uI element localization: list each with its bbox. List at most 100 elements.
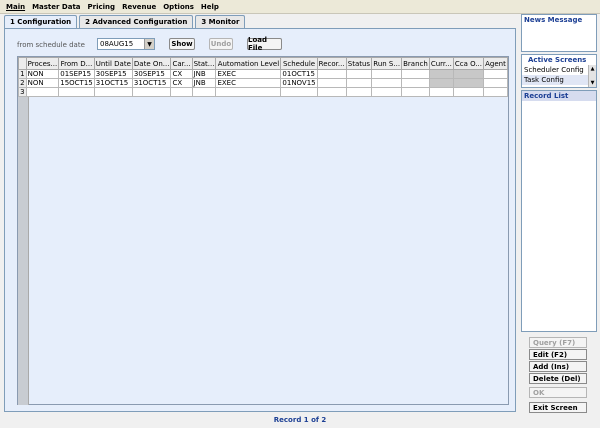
exit-screen-button[interactable]: Exit Screen (529, 402, 587, 413)
table-cell[interactable] (482, 78, 509, 88)
active-screen-item[interactable]: Scheduler Config (522, 65, 596, 75)
table-cell[interactable] (452, 87, 484, 97)
active-screen-item[interactable]: Task Config (522, 75, 596, 85)
table-cell[interactable] (316, 87, 347, 97)
table-cell[interactable] (170, 87, 193, 97)
table-cell[interactable] (345, 69, 373, 79)
add-button[interactable]: Add (Ins) (529, 361, 587, 372)
menu-main[interactable]: Main (6, 3, 25, 11)
table-cell[interactable] (371, 78, 403, 88)
table-cell[interactable]: CX (170, 69, 193, 79)
undo-button[interactable]: Undo (209, 38, 233, 50)
table-cell[interactable]: JNB (191, 69, 217, 79)
column-header[interactable]: From D... (58, 57, 95, 70)
table-cell[interactable] (401, 87, 430, 97)
row-number: 2 (18, 78, 27, 88)
table-cell[interactable]: EXEC (215, 69, 282, 79)
table-cell (452, 78, 484, 88)
news-message-panel: News Message (521, 14, 597, 52)
column-header[interactable]: Automation Level (215, 57, 282, 70)
table-cell[interactable] (191, 87, 217, 97)
scroll-down-icon[interactable]: ▼ (589, 79, 596, 87)
table-row[interactable]: 2 NON 15OCT15 31OCT15 31OCT15 CX JNB EXE… (18, 78, 509, 88)
table-cell[interactable] (215, 87, 282, 97)
table-cell[interactable]: NON (25, 69, 60, 79)
table-cell[interactable]: 30SEP15 (131, 69, 172, 79)
column-header[interactable]: Date On... (131, 57, 172, 70)
news-message-title: News Message (524, 16, 583, 24)
table-cell[interactable] (58, 87, 95, 97)
table-cell[interactable] (280, 87, 318, 97)
table-cell[interactable]: 30SEP15 (93, 69, 133, 79)
active-screens-panel: Active Screens Scheduler Config Task Con… (521, 54, 597, 88)
column-header[interactable]: Branch (401, 57, 430, 70)
scroll-up-icon[interactable]: ▲ (589, 65, 596, 73)
menu-help[interactable]: Help (201, 3, 219, 11)
table-cell (428, 69, 454, 79)
column-header[interactable]: Proces... (25, 57, 60, 70)
table-cell[interactable] (428, 87, 454, 97)
schedule-grid: Proces... From D... Until Date Date On..… (17, 56, 509, 405)
load-file-button[interactable]: Load File (247, 36, 282, 52)
show-button[interactable]: Show (169, 38, 195, 50)
column-header[interactable]: Status (345, 57, 373, 70)
tab-advanced-configuration[interactable]: 2 Advanced Configuration (79, 15, 194, 28)
active-screens-scrollbar[interactable]: ▲ ▼ (588, 65, 596, 87)
table-row[interactable]: 3 (18, 87, 509, 97)
table-cell[interactable]: JNB (191, 78, 217, 88)
configuration-panel: from schedule date 08AUG15 ▼ Show Undo L… (4, 28, 516, 412)
active-screens-title: Active Screens (528, 56, 587, 64)
column-header[interactable]: Car... (170, 57, 193, 70)
tab-monitor[interactable]: 3 Monitor (195, 15, 246, 28)
menu-pricing[interactable]: Pricing (88, 3, 116, 11)
column-header[interactable]: Stat... (191, 57, 217, 70)
ok-button[interactable]: OK (529, 387, 587, 398)
tab-strip: 1 Configuration 2 Advanced Configuration… (4, 15, 247, 28)
schedule-date-select[interactable]: 08AUG15 ▼ (97, 38, 155, 50)
table-cell[interactable] (401, 69, 430, 79)
table-row[interactable]: 1 NON 01SEP15 30SEP15 30SEP15 CX JNB EXE… (18, 69, 509, 79)
tab-configuration[interactable]: 1 Configuration (4, 15, 78, 28)
column-header[interactable]: Run S... (371, 57, 403, 70)
menu-bar: Main Master Data Pricing Revenue Options… (0, 0, 600, 14)
schedule-table: Proces... From D... Until Date Date On..… (18, 57, 509, 97)
schedule-date-value: 08AUG15 (100, 40, 134, 48)
table-cell[interactable]: EXEC (215, 78, 282, 88)
query-button[interactable]: Query (F7) (529, 337, 587, 348)
table-cell[interactable] (316, 78, 347, 88)
record-list-panel: Record List (521, 90, 597, 332)
table-cell[interactable]: 01NOV15 (280, 78, 318, 88)
table-cell[interactable] (345, 78, 373, 88)
row-header-strip (18, 97, 29, 405)
table-cell[interactable]: 31OCT15 (93, 78, 133, 88)
chevron-down-icon[interactable]: ▼ (144, 39, 154, 49)
table-cell[interactable] (93, 87, 133, 97)
column-header[interactable]: Curr... (428, 57, 454, 70)
table-cell[interactable] (371, 69, 403, 79)
table-cell[interactable]: 15OCT15 (58, 78, 95, 88)
table-cell[interactable] (482, 69, 509, 79)
table-cell[interactable] (482, 87, 509, 97)
table-cell[interactable]: 01OCT15 (280, 69, 318, 79)
menu-revenue[interactable]: Revenue (122, 3, 156, 11)
table-cell[interactable]: 31OCT15 (131, 78, 172, 88)
table-cell[interactable] (345, 87, 373, 97)
column-header[interactable]: Agent (482, 57, 509, 70)
record-list-title: Record List (522, 91, 596, 101)
table-cell[interactable]: CX (170, 78, 193, 88)
table-cell[interactable] (371, 87, 403, 97)
menu-options[interactable]: Options (163, 3, 194, 11)
menu-master-data[interactable]: Master Data (32, 3, 80, 11)
delete-button[interactable]: Delete (Del) (529, 373, 587, 384)
column-header[interactable]: Schedule (280, 57, 318, 70)
table-cell[interactable] (401, 78, 430, 88)
table-cell[interactable]: 01SEP15 (58, 69, 95, 79)
table-cell[interactable]: NON (25, 78, 60, 88)
table-cell[interactable] (316, 69, 347, 79)
table-cell[interactable] (25, 87, 60, 97)
column-header[interactable]: Until Date (93, 57, 133, 70)
column-header[interactable]: Recor... (316, 57, 347, 70)
edit-button[interactable]: Edit (F2) (529, 349, 587, 360)
table-cell[interactable] (131, 87, 172, 97)
column-header[interactable]: Cca O... (452, 57, 484, 70)
